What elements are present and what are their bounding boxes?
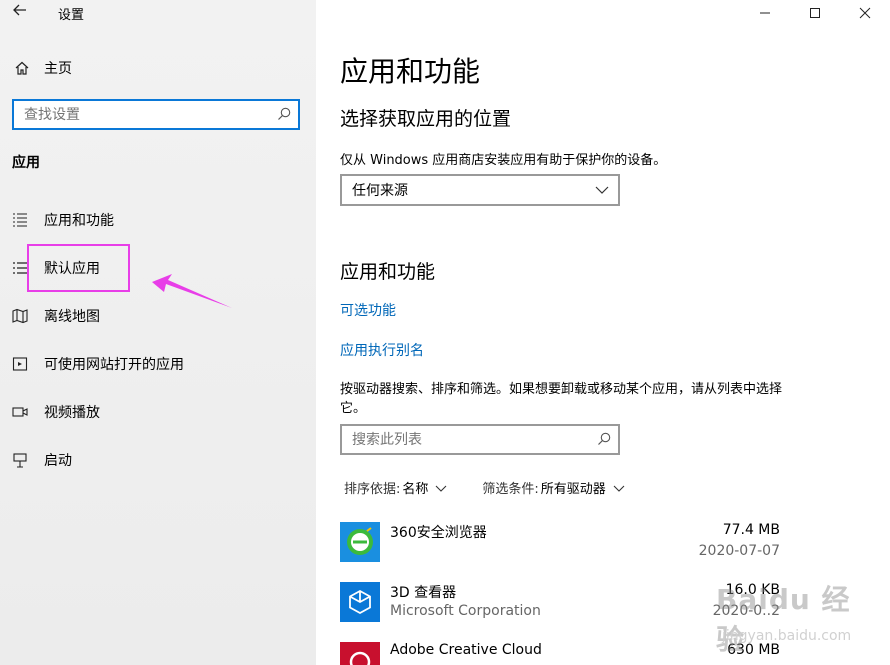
search-icon[interactable] bbox=[596, 431, 612, 447]
main-content: 应用和功能 选择获取应用的位置 仅从 Windows 应用商店安装应用有助于保护… bbox=[316, 0, 890, 665]
app-list-item[interactable]: 360安全浏览器 77.4 MB 2020-07-07 bbox=[340, 520, 780, 572]
minimize-button[interactable] bbox=[740, 0, 790, 26]
app-size: 77.4 MB bbox=[722, 522, 780, 538]
sidebar-item-apps-features[interactable]: 应用和功能 bbox=[0, 200, 316, 240]
list-icon bbox=[10, 210, 30, 230]
sidebar-item-label: 应用和功能 bbox=[44, 213, 114, 229]
sort-filter-bar: 排序依据: 名称 筛选条件: 所有驱动器 bbox=[344, 478, 626, 497]
search-icon[interactable] bbox=[276, 106, 292, 122]
maximize-icon bbox=[810, 8, 820, 18]
app-publisher: Microsoft Corporation bbox=[390, 603, 541, 619]
annotation-highlight-box bbox=[27, 244, 130, 292]
app-execution-alias-link[interactable]: 应用执行别名 bbox=[340, 340, 424, 360]
apps-features-heading: 应用和功能 bbox=[340, 261, 436, 283]
maximize-button[interactable] bbox=[790, 0, 840, 26]
filter-dropdown[interactable]: 筛选条件: 所有驱动器 bbox=[482, 478, 625, 497]
sort-dropdown[interactable]: 排序依据: 名称 bbox=[344, 478, 448, 497]
filter-value: 所有驱动器 bbox=[540, 482, 606, 497]
back-button[interactable] bbox=[10, 2, 30, 22]
watermark-logo-text: Baidu 经验 bbox=[716, 583, 851, 656]
home-icon bbox=[12, 58, 32, 78]
close-button[interactable] bbox=[840, 0, 890, 26]
chevron-down-icon bbox=[595, 186, 609, 194]
window-title: 设置 bbox=[58, 8, 85, 23]
app-name: 3D 查看器 bbox=[390, 585, 457, 601]
minimize-icon bbox=[760, 12, 770, 14]
optional-features-link[interactable]: 可选功能 bbox=[340, 300, 396, 320]
section-title: 应用 bbox=[12, 155, 40, 171]
sidebar-item-video-playback[interactable]: 视频播放 bbox=[0, 392, 316, 432]
filter-label: 筛选条件: bbox=[482, 482, 539, 497]
adobe-creative-cloud-app-icon bbox=[340, 642, 380, 665]
app-name: 360安全浏览器 bbox=[390, 525, 487, 541]
install-source-dropdown[interactable]: 任何来源 bbox=[340, 174, 620, 206]
baidu-jingyan-watermark: Baidu 经验 jingyan.baidu.com bbox=[716, 570, 856, 656]
360-browser-app-icon bbox=[340, 522, 380, 562]
back-arrow-icon bbox=[13, 4, 26, 16]
app-name: Adobe Creative Cloud bbox=[390, 642, 542, 658]
settings-sidebar: 设置 主页 应用 应用和功能 默认应用 离线地图 可使用网站打开的应用 bbox=[0, 0, 316, 665]
apps-list-search-input[interactable] bbox=[342, 426, 582, 453]
install-source-description: 仅从 Windows 应用商店安装应用有助于保护你的设备。 bbox=[340, 153, 667, 168]
chevron-down-icon bbox=[436, 485, 447, 492]
apps-list-description: 按驱动器搜索、排序和筛选。如果想要卸载或移动某个应用，请从列表中选择它。 bbox=[340, 382, 783, 416]
startup-icon bbox=[10, 450, 30, 470]
map-icon bbox=[10, 306, 30, 326]
install-source-heading: 选择获取应用的位置 bbox=[340, 108, 512, 130]
dropdown-value: 任何来源 bbox=[352, 183, 408, 199]
3d-viewer-app-icon bbox=[340, 582, 380, 622]
app-list-item[interactable]: 3D 查看器 Microsoft Corporation 16.0 KB 202… bbox=[340, 580, 780, 632]
annotation-arrow bbox=[152, 274, 232, 308]
sidebar-item-label: 视频播放 bbox=[44, 405, 100, 421]
home-label: 主页 bbox=[44, 61, 72, 77]
app-date: 2020-07-07 bbox=[698, 543, 780, 559]
sidebar-item-label: 启动 bbox=[44, 453, 72, 469]
close-icon bbox=[859, 7, 871, 19]
page-title: 应用和功能 bbox=[340, 55, 481, 88]
window-controls bbox=[740, 0, 890, 26]
titlebar: 设置 bbox=[0, 0, 316, 26]
settings-search-input[interactable] bbox=[14, 101, 264, 128]
web-app-icon bbox=[10, 354, 30, 374]
video-icon bbox=[10, 402, 30, 422]
sidebar-item-startup[interactable]: 启动 bbox=[0, 440, 316, 480]
sidebar-item-label: 可使用网站打开的应用 bbox=[44, 357, 184, 373]
watermark-url: jingyan.baidu.com bbox=[722, 628, 852, 644]
sidebar-item-website-apps[interactable]: 可使用网站打开的应用 bbox=[0, 344, 316, 384]
sort-value: 名称 bbox=[402, 482, 429, 497]
sort-label: 排序依据: bbox=[344, 482, 401, 497]
sidebar-item-label: 离线地图 bbox=[44, 309, 100, 325]
settings-search-box[interactable] bbox=[12, 99, 300, 130]
home-nav-item[interactable]: 主页 bbox=[12, 57, 72, 79]
chevron-down-icon bbox=[613, 485, 625, 492]
apps-list-search-box[interactable] bbox=[340, 424, 620, 455]
app-list-item[interactable]: Adobe Creative Cloud 630 MB bbox=[340, 640, 780, 665]
